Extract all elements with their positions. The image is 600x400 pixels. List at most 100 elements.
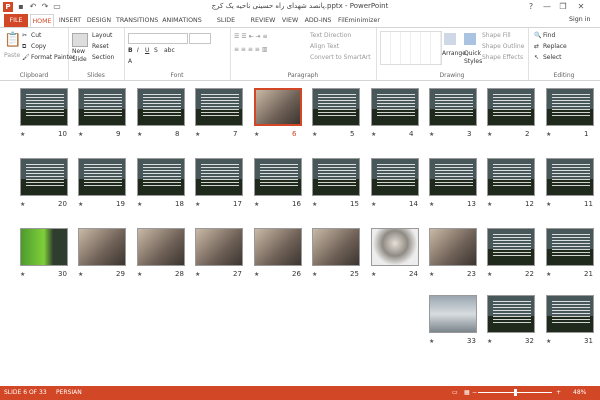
slide-thumbnail[interactable] <box>487 158 535 196</box>
transition-star-icon[interactable]: ★ <box>487 271 492 278</box>
slide-thumbnail[interactable] <box>429 158 477 196</box>
transition-star-icon[interactable]: ★ <box>429 338 434 345</box>
bold-button[interactable]: B <box>128 47 133 54</box>
strikethrough-button[interactable]: abc <box>164 47 175 54</box>
font-color-button[interactable]: A <box>128 58 132 65</box>
sign-in-link[interactable]: Sign in <box>569 16 590 23</box>
transition-star-icon[interactable]: ★ <box>429 201 434 208</box>
slide-thumbnail[interactable] <box>137 158 185 196</box>
tab-home[interactable]: HOME <box>30 14 54 27</box>
transition-star-icon[interactable]: ★ <box>20 271 25 278</box>
slide-thumbnail[interactable] <box>20 158 68 196</box>
tab-view[interactable]: VIEW <box>280 14 300 27</box>
new-slide-icon[interactable] <box>72 33 88 47</box>
paste-icon[interactable]: 📋 <box>4 32 21 48</box>
convert-smartart-button[interactable]: Convert to SmartArt <box>310 54 371 61</box>
transition-star-icon[interactable]: ★ <box>20 131 25 138</box>
slide-thumbnail[interactable] <box>195 158 243 196</box>
minimize-button[interactable]: — <box>540 1 554 13</box>
transition-star-icon[interactable]: ★ <box>137 131 142 138</box>
tab-add-ins[interactable]: ADD-INS <box>304 14 332 27</box>
tab-insert[interactable]: INSERT <box>58 14 82 27</box>
align-icons[interactable]: ≡ ≡ ≡ ≡ ▥ <box>234 46 267 53</box>
transition-star-icon[interactable]: ★ <box>312 201 317 208</box>
new-slide-label-2[interactable]: Slide <box>72 56 87 63</box>
slide-thumbnail[interactable] <box>78 88 126 126</box>
slide-thumbnail[interactable] <box>137 88 185 126</box>
slide-thumbnail[interactable] <box>312 158 360 196</box>
slide-thumbnail[interactable] <box>371 88 419 126</box>
quick-styles-icon[interactable] <box>464 33 476 45</box>
transition-star-icon[interactable]: ★ <box>429 271 434 278</box>
slide-thumbnail[interactable] <box>312 228 360 266</box>
align-text-button[interactable]: Align Text <box>310 43 339 50</box>
replace-button[interactable]: ⇄ Replace <box>534 43 567 50</box>
underline-button[interactable]: U <box>145 47 149 54</box>
transition-star-icon[interactable]: ★ <box>312 271 317 278</box>
tab-review[interactable]: REVIEW <box>250 14 276 27</box>
zoom-in-button[interactable]: + <box>556 389 561 396</box>
transition-star-icon[interactable]: ★ <box>195 201 200 208</box>
transition-star-icon[interactable]: ★ <box>195 271 200 278</box>
transition-star-icon[interactable]: ★ <box>487 338 492 345</box>
tab-design[interactable]: DESIGN <box>86 14 112 27</box>
transition-star-icon[interactable]: ★ <box>78 131 83 138</box>
zoom-level[interactable]: 48% <box>573 389 586 396</box>
transition-star-icon[interactable]: ★ <box>78 201 83 208</box>
shape-effects-button[interactable]: Shape Effects <box>482 54 523 61</box>
transition-star-icon[interactable]: ★ <box>20 201 25 208</box>
slide-thumbnail[interactable] <box>429 295 477 333</box>
transition-star-icon[interactable]: ★ <box>371 201 376 208</box>
transition-star-icon[interactable]: ★ <box>137 271 142 278</box>
shapes-gallery[interactable] <box>380 31 442 65</box>
transition-star-icon[interactable]: ★ <box>546 271 551 278</box>
transition-star-icon[interactable]: ★ <box>195 131 200 138</box>
transition-star-icon[interactable]: ★ <box>312 131 317 138</box>
slide-thumbnail[interactable] <box>78 158 126 196</box>
italic-button[interactable]: I <box>137 47 139 54</box>
slide-thumbnail[interactable] <box>429 88 477 126</box>
slide-thumbnail[interactable] <box>78 228 126 266</box>
slide-thumbnail[interactable] <box>254 158 302 196</box>
copy-button[interactable]: ⧉ Copy <box>22 43 46 50</box>
transition-star-icon[interactable]: ★ <box>546 338 551 345</box>
new-slide-label[interactable]: New <box>72 48 85 55</box>
slide-thumbnail[interactable] <box>546 158 594 196</box>
paste-button[interactable]: Paste <box>4 52 20 59</box>
reset-button[interactable]: Reset <box>92 43 109 50</box>
tab-animations[interactable]: ANIMATIONS <box>162 14 202 27</box>
help-button[interactable]: ? <box>524 1 538 13</box>
slide-thumbnail[interactable] <box>254 228 302 266</box>
transition-star-icon[interactable]: ★ <box>546 201 551 208</box>
slide-thumbnail[interactable] <box>546 228 594 266</box>
quick-styles-label[interactable]: Quick <box>464 50 481 57</box>
transition-star-icon[interactable]: ★ <box>487 201 492 208</box>
slide-thumbnail[interactable] <box>312 88 360 126</box>
transition-star-icon[interactable]: ★ <box>254 201 259 208</box>
transition-star-icon[interactable]: ★ <box>429 131 434 138</box>
font-size-input[interactable] <box>189 33 211 44</box>
tab-transitions[interactable]: TRANSITIONS <box>116 14 158 27</box>
bullets-icon[interactable]: ☰ ☰ ⇤ ⇥ ≡ <box>234 33 267 40</box>
slide-thumbnail[interactable] <box>546 295 594 333</box>
tab-filEminimizer[interactable]: FilEminimizer <box>336 14 382 27</box>
restore-button[interactable]: ❐ <box>556 1 570 13</box>
select-button[interactable]: ↖ Select <box>534 54 562 61</box>
shape-fill-button[interactable]: Shape Fill <box>482 32 511 39</box>
layout-button[interactable]: Layout <box>92 32 112 39</box>
slide-thumbnail[interactable] <box>429 228 477 266</box>
close-button[interactable]: ✕ <box>574 1 588 13</box>
slide-thumbnail[interactable] <box>20 88 68 126</box>
quick-styles-label-2[interactable]: Styles <box>464 58 482 65</box>
transition-star-icon[interactable]: ★ <box>254 131 259 138</box>
slide-thumbnail[interactable] <box>487 228 535 266</box>
slide-thumbnail[interactable] <box>137 228 185 266</box>
transition-star-icon[interactable]: ★ <box>371 271 376 278</box>
text-direction-button[interactable]: Text Direction <box>310 32 351 39</box>
shape-outline-button[interactable]: Shape Outline <box>482 43 524 50</box>
transition-star-icon[interactable]: ★ <box>254 271 259 278</box>
zoom-out-button[interactable]: − <box>472 389 477 396</box>
slide-thumbnail[interactable] <box>20 228 68 266</box>
transition-star-icon[interactable]: ★ <box>371 131 376 138</box>
slide-thumbnail[interactable] <box>254 88 302 126</box>
